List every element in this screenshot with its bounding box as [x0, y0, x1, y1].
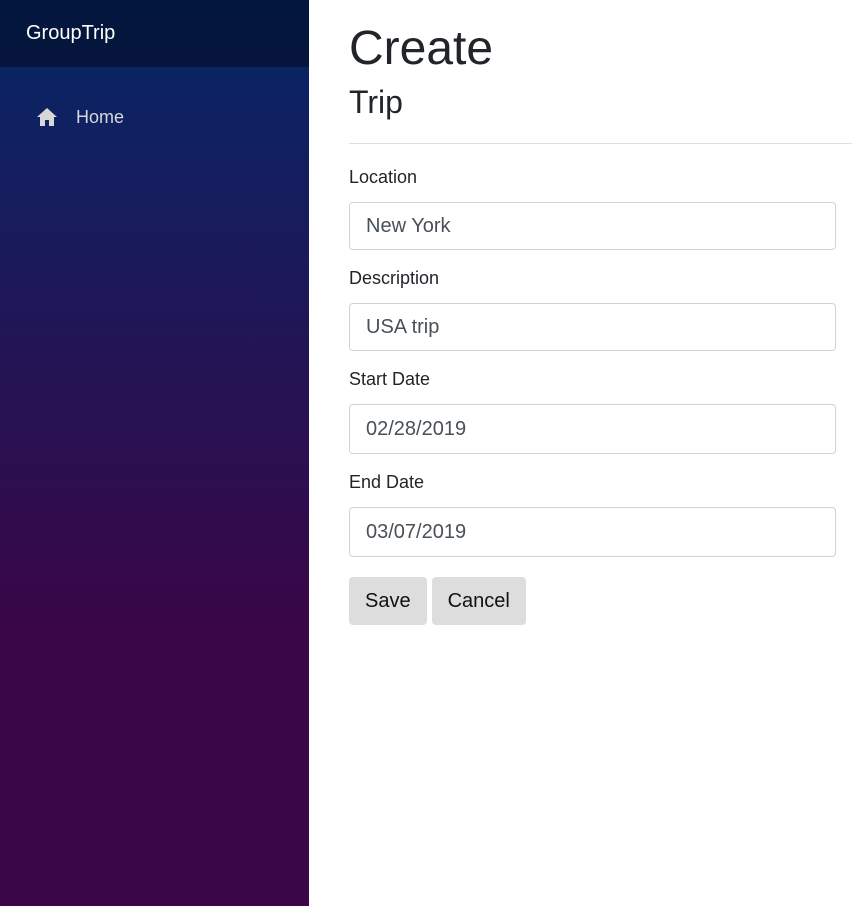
start-date-group: Start Date — [349, 368, 852, 454]
location-input[interactable] — [349, 202, 836, 250]
location-group: Location — [349, 166, 852, 250]
page-title: Create — [349, 22, 494, 75]
brand-bar: GroupTrip — [0, 0, 309, 67]
end-date-input[interactable] — [349, 507, 836, 557]
end-date-label: End Date — [349, 472, 425, 492]
sidebar-item-label: Home — [76, 106, 125, 127]
main-content: Create Trip Location Description Start D… — [309, 0, 852, 906]
brand-link[interactable]: GroupTrip — [26, 22, 115, 45]
start-date-label: Start Date — [349, 369, 431, 389]
home-icon — [35, 105, 59, 129]
section-title: Trip — [349, 84, 403, 120]
divider — [349, 143, 852, 144]
cancel-button[interactable]: Cancel — [431, 577, 526, 625]
form-actions: Save Cancel — [349, 577, 852, 625]
start-date-input[interactable] — [349, 404, 836, 454]
create-trip-form: Location Description Start Date End Date… — [349, 166, 852, 625]
description-label: Description — [349, 268, 440, 288]
sidebar: GroupTrip Home — [0, 0, 309, 906]
end-date-group: End Date — [349, 471, 852, 557]
location-label: Location — [349, 167, 418, 187]
description-group: Description — [349, 267, 852, 351]
save-button[interactable]: Save — [349, 577, 427, 625]
description-input[interactable] — [349, 303, 836, 351]
sidebar-item-home[interactable]: Home — [0, 95, 309, 139]
app-root: GroupTrip Home Create Trip Location De — [0, 0, 852, 906]
sidebar-nav: Home — [0, 67, 309, 139]
